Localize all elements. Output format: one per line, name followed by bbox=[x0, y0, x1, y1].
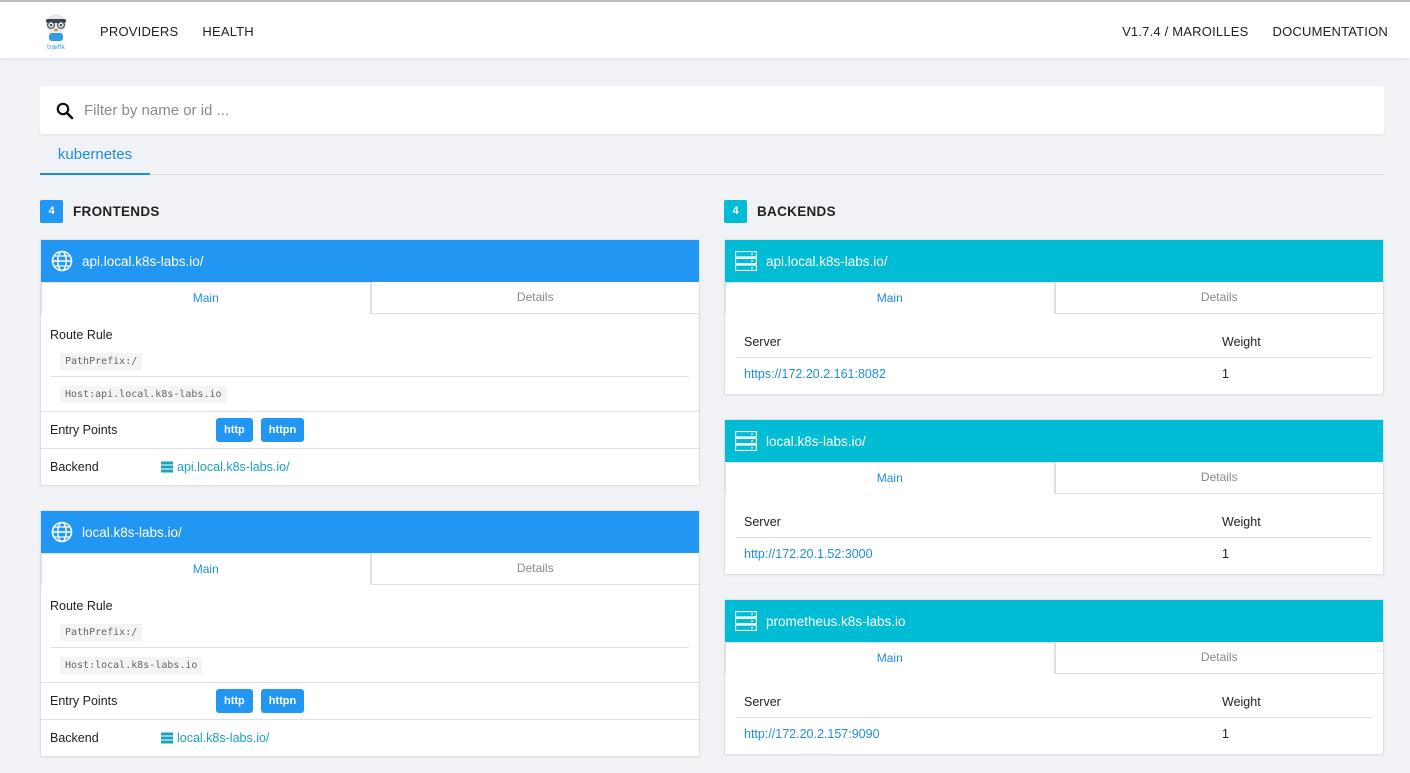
route-rule-value: PathPrefix:/ bbox=[60, 624, 143, 641]
search-input[interactable] bbox=[84, 98, 1364, 122]
table-row: https://172.20.2.161:8082 1 bbox=[736, 358, 1372, 390]
server-url-link[interactable]: https://172.20.2.161:8082 bbox=[744, 367, 886, 381]
column-server: Server bbox=[744, 694, 781, 709]
nav-version[interactable]: V1.7.4 / MAROILLES bbox=[1122, 24, 1248, 39]
backend-card-header[interactable]: api.local.k8s-labs.io/ bbox=[725, 240, 1383, 282]
backends-count-badge: 4 bbox=[724, 200, 747, 223]
server-weight: 1 bbox=[1222, 547, 1229, 561]
backend-card-header[interactable]: local.k8s-labs.io/ bbox=[725, 420, 1383, 462]
frontend-card-tabs: Main Details bbox=[41, 553, 699, 585]
backend-link[interactable]: api.local.k8s-labs.io/ bbox=[161, 460, 290, 474]
backend-row: Backend api.local.k8s-labs.io/ bbox=[41, 448, 699, 485]
nav-documentation[interactable]: DOCUMENTATION bbox=[1273, 24, 1389, 39]
tab-main[interactable]: Main bbox=[725, 642, 1055, 674]
column-weight: Weight bbox=[1222, 514, 1261, 529]
backend-name: local.k8s-labs.io/ bbox=[766, 433, 866, 449]
backend-card: api.local.k8s-labs.io/ Main Details Serv… bbox=[724, 239, 1384, 395]
globe-icon bbox=[51, 250, 73, 272]
server-icon bbox=[735, 431, 757, 451]
server-url-link[interactable]: http://172.20.2.157:9090 bbox=[744, 727, 880, 741]
frontends-title: FRONTENDS bbox=[73, 204, 160, 219]
frontend-card: api.local.k8s-labs.io/ Main Details Rout… bbox=[40, 239, 700, 486]
route-rule-label: Route Rule bbox=[50, 328, 113, 342]
tab-details[interactable]: Details bbox=[1054, 462, 1384, 493]
entry-points-label: Entry Points bbox=[50, 423, 118, 437]
backend-card: local.k8s-labs.io/ Main Details Server W… bbox=[724, 419, 1384, 575]
route-rule-value: Host:local.k8s-labs.io bbox=[60, 657, 203, 674]
tab-main[interactable]: Main bbox=[725, 462, 1055, 494]
server-url-link[interactable]: http://172.20.1.52:3000 bbox=[744, 547, 873, 561]
tab-details[interactable]: Details bbox=[370, 282, 700, 313]
server-weight: 1 bbox=[1222, 367, 1229, 381]
frontend-card-header[interactable]: local.k8s-labs.io/ bbox=[41, 511, 699, 553]
tab-details[interactable]: Details bbox=[1054, 282, 1384, 313]
table-row: http://172.20.2.157:9090 1 bbox=[736, 718, 1372, 750]
globe-icon bbox=[51, 521, 73, 543]
column-server: Server bbox=[744, 334, 781, 349]
backend-card: prometheus.k8s-labs.io Main Details Serv… bbox=[724, 599, 1384, 755]
tab-kubernetes[interactable]: kubernetes bbox=[40, 140, 150, 175]
nav-providers[interactable]: PROVIDERS bbox=[100, 24, 178, 39]
entry-points-label: Entry Points bbox=[50, 694, 118, 708]
search-bar bbox=[40, 86, 1384, 134]
search-icon bbox=[56, 102, 74, 120]
entry-point-button-http[interactable]: http bbox=[216, 689, 253, 713]
backend-card-tabs: Main Details bbox=[725, 642, 1383, 674]
provider-tabs: kubernetes bbox=[40, 140, 1384, 175]
backends-title: BACKENDS bbox=[757, 204, 836, 219]
tab-details[interactable]: Details bbox=[370, 553, 700, 584]
backend-card-tabs: Main Details bbox=[725, 282, 1383, 314]
entry-points-row: Entry Points http httpn bbox=[41, 411, 699, 448]
server-weight: 1 bbox=[1222, 727, 1229, 741]
tab-main[interactable]: Main bbox=[725, 282, 1055, 314]
frontend-card-header[interactable]: api.local.k8s-labs.io/ bbox=[41, 240, 699, 282]
server-table-header: Server Weight bbox=[736, 506, 1372, 538]
server-icon bbox=[735, 251, 757, 271]
entry-points-row: Entry Points http httpn bbox=[41, 682, 699, 719]
frontend-card-tabs: Main Details bbox=[41, 282, 699, 314]
frontends-header: 4 FRONTENDS bbox=[40, 200, 160, 223]
server-icon bbox=[735, 611, 757, 631]
backend-card-tabs: Main Details bbox=[725, 462, 1383, 494]
route-rule-label: Route Rule bbox=[50, 599, 113, 613]
backends-header: 4 BACKENDS bbox=[724, 200, 836, 223]
server-table: Server Weight http://172.20.1.52:3000 1 bbox=[736, 506, 1372, 570]
entry-point-button-http[interactable]: http bbox=[216, 418, 253, 442]
column-weight: Weight bbox=[1222, 334, 1261, 349]
column-server: Server bbox=[744, 514, 781, 529]
server-table-header: Server Weight bbox=[736, 326, 1372, 358]
backend-row: Backend local.k8s-labs.io/ bbox=[41, 719, 699, 756]
frontend-name: api.local.k8s-labs.io/ bbox=[82, 253, 204, 269]
route-rule-value: Host:api.local.k8s-labs.io bbox=[60, 386, 227, 403]
svg-text:træfik: træfik bbox=[47, 44, 65, 51]
server-table: Server Weight https://172.20.2.161:8082 … bbox=[736, 326, 1372, 390]
tab-main[interactable]: Main bbox=[41, 553, 371, 585]
backend-name: api.local.k8s-labs.io/ bbox=[766, 253, 888, 269]
server-icon bbox=[161, 461, 173, 473]
tab-main[interactable]: Main bbox=[41, 282, 371, 314]
nav-health[interactable]: HEALTH bbox=[202, 24, 254, 39]
backend-link[interactable]: local.k8s-labs.io/ bbox=[161, 731, 269, 745]
entry-point-button-httpn[interactable]: httpn bbox=[260, 418, 305, 442]
tab-details[interactable]: Details bbox=[1054, 642, 1384, 673]
route-rule-value: PathPrefix:/ bbox=[60, 353, 143, 370]
server-table: Server Weight http://172.20.2.157:9090 1 bbox=[736, 686, 1372, 750]
backend-name: prometheus.k8s-labs.io bbox=[766, 613, 906, 629]
traefik-logo[interactable]: træfik bbox=[40, 12, 72, 52]
frontends-count-badge: 4 bbox=[40, 200, 63, 223]
server-table-header: Server Weight bbox=[736, 686, 1372, 718]
entry-point-button-httpn[interactable]: httpn bbox=[260, 689, 305, 713]
server-icon bbox=[161, 732, 173, 744]
backend-card-header[interactable]: prometheus.k8s-labs.io bbox=[725, 600, 1383, 642]
top-navbar: træfik PROVIDERS HEALTH V1.7.4 / MAROILL… bbox=[0, 0, 1410, 58]
frontend-name: local.k8s-labs.io/ bbox=[82, 524, 182, 540]
frontend-card: local.k8s-labs.io/ Main Details Route Ru… bbox=[40, 510, 700, 757]
table-row: http://172.20.1.52:3000 1 bbox=[736, 538, 1372, 570]
column-weight: Weight bbox=[1222, 694, 1261, 709]
